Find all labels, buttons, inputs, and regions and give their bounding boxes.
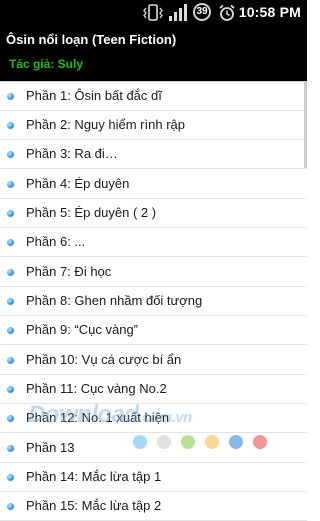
bullet-icon [7, 181, 14, 188]
book-author: Tác giả: Suly [9, 57, 84, 71]
notification-badge: 39 [193, 3, 211, 21]
chapter-label: Phần 4: Ép duyên [26, 176, 130, 191]
chapter-label: Phần 11: Cục vàng No.2 [26, 381, 167, 396]
bullet-icon [7, 269, 14, 276]
chapter-item[interactable]: Phần 7: Đi học [0, 258, 307, 287]
book-title: Ôsin nổi loạn (Teen Fiction) [6, 32, 177, 47]
chapter-label: Phần 5: Ép duyên ( 2 ) [26, 205, 157, 220]
bullet-icon [7, 239, 14, 246]
bullet-icon [7, 122, 14, 129]
watermark-text: Download [28, 401, 139, 428]
bullet-icon [7, 151, 14, 158]
bullet-icon [7, 298, 14, 305]
chapter-label: Phần 10: Vụ cá cược bí ẩn [26, 352, 182, 367]
chapter-item[interactable]: Phần 11: Cục vàng No.2 [0, 375, 307, 404]
watermark-dot [253, 435, 267, 449]
bullet-icon [7, 503, 14, 510]
chapter-label: Phần 8: Ghen nhầm đối tượng [26, 293, 203, 308]
watermark-dot [229, 435, 243, 449]
chapter-label: Phần 13 [26, 440, 75, 455]
chapter-item[interactable]: Phần 10: Vụ cá cược bí ẩn [0, 346, 307, 375]
chapter-item[interactable]: Phần 6: ... [0, 228, 307, 257]
scrollbar[interactable] [304, 82, 307, 168]
chapter-label: Phần 2: Nguy hiểm rình rập [26, 117, 185, 132]
chapter-item[interactable]: Phần 2: Nguy hiểm rình rập [0, 111, 307, 140]
chapter-label: Phần 14: Mắc lừa tập 1 [26, 469, 162, 484]
status-bar: 39 10:58 PM [0, 0, 307, 25]
chapter-item[interactable]: Phần 4: Ép duyên [0, 170, 307, 199]
watermark: Download.com.vn [28, 401, 192, 429]
chapter-label: Phần 15: Mắc lừa tập 2 [26, 498, 162, 513]
bullet-icon [7, 445, 14, 452]
chapter-item[interactable]: Phần 3: Ra đi… [0, 140, 307, 169]
clock-time: 10:58 PM [238, 4, 301, 20]
app-header: Ôsin nổi loạn (Teen Fiction) Tác giả: Su… [0, 25, 307, 82]
watermark-dot [133, 435, 147, 449]
chapter-label: Phần 9: “Cục vàng” [26, 322, 139, 337]
chapter-label: Phần 3: Ra đi… [26, 146, 118, 161]
watermark-dot [157, 435, 171, 449]
chapter-item[interactable]: Phần 15: Mắc lừa tập 2 [0, 492, 307, 521]
chapter-item[interactable]: Phần 14: Mắc lừa tập 1 [0, 463, 307, 492]
watermark-dot [181, 435, 195, 449]
bullet-icon [7, 327, 14, 334]
bullet-icon [7, 474, 14, 481]
chapter-item[interactable]: Phần 5: Ép duyên ( 2 ) [0, 199, 307, 228]
chapter-label: Phần 1: Ôsin bất đắc dĩ [26, 88, 162, 103]
bullet-icon [7, 210, 14, 217]
alarm-icon [219, 4, 235, 21]
bullet-icon [7, 386, 14, 393]
chapter-label: Phần 6: ... [26, 234, 86, 249]
watermark-suffix: .com.vn [138, 409, 193, 426]
chapter-item[interactable]: Phần 8: Ghen nhầm đối tượng [0, 287, 307, 316]
chapter-item[interactable]: Phần 1: Ôsin bất đắc dĩ [0, 82, 307, 111]
vibrate-icon [143, 4, 163, 21]
bullet-icon [7, 93, 14, 100]
signal-icon [169, 4, 187, 21]
chapter-label: Phần 7: Đi học [26, 264, 112, 279]
chapter-item[interactable]: Phần 9: “Cục vàng” [0, 316, 307, 345]
watermark-dot [205, 435, 219, 449]
bullet-icon [7, 415, 14, 422]
bullet-icon [7, 357, 14, 364]
